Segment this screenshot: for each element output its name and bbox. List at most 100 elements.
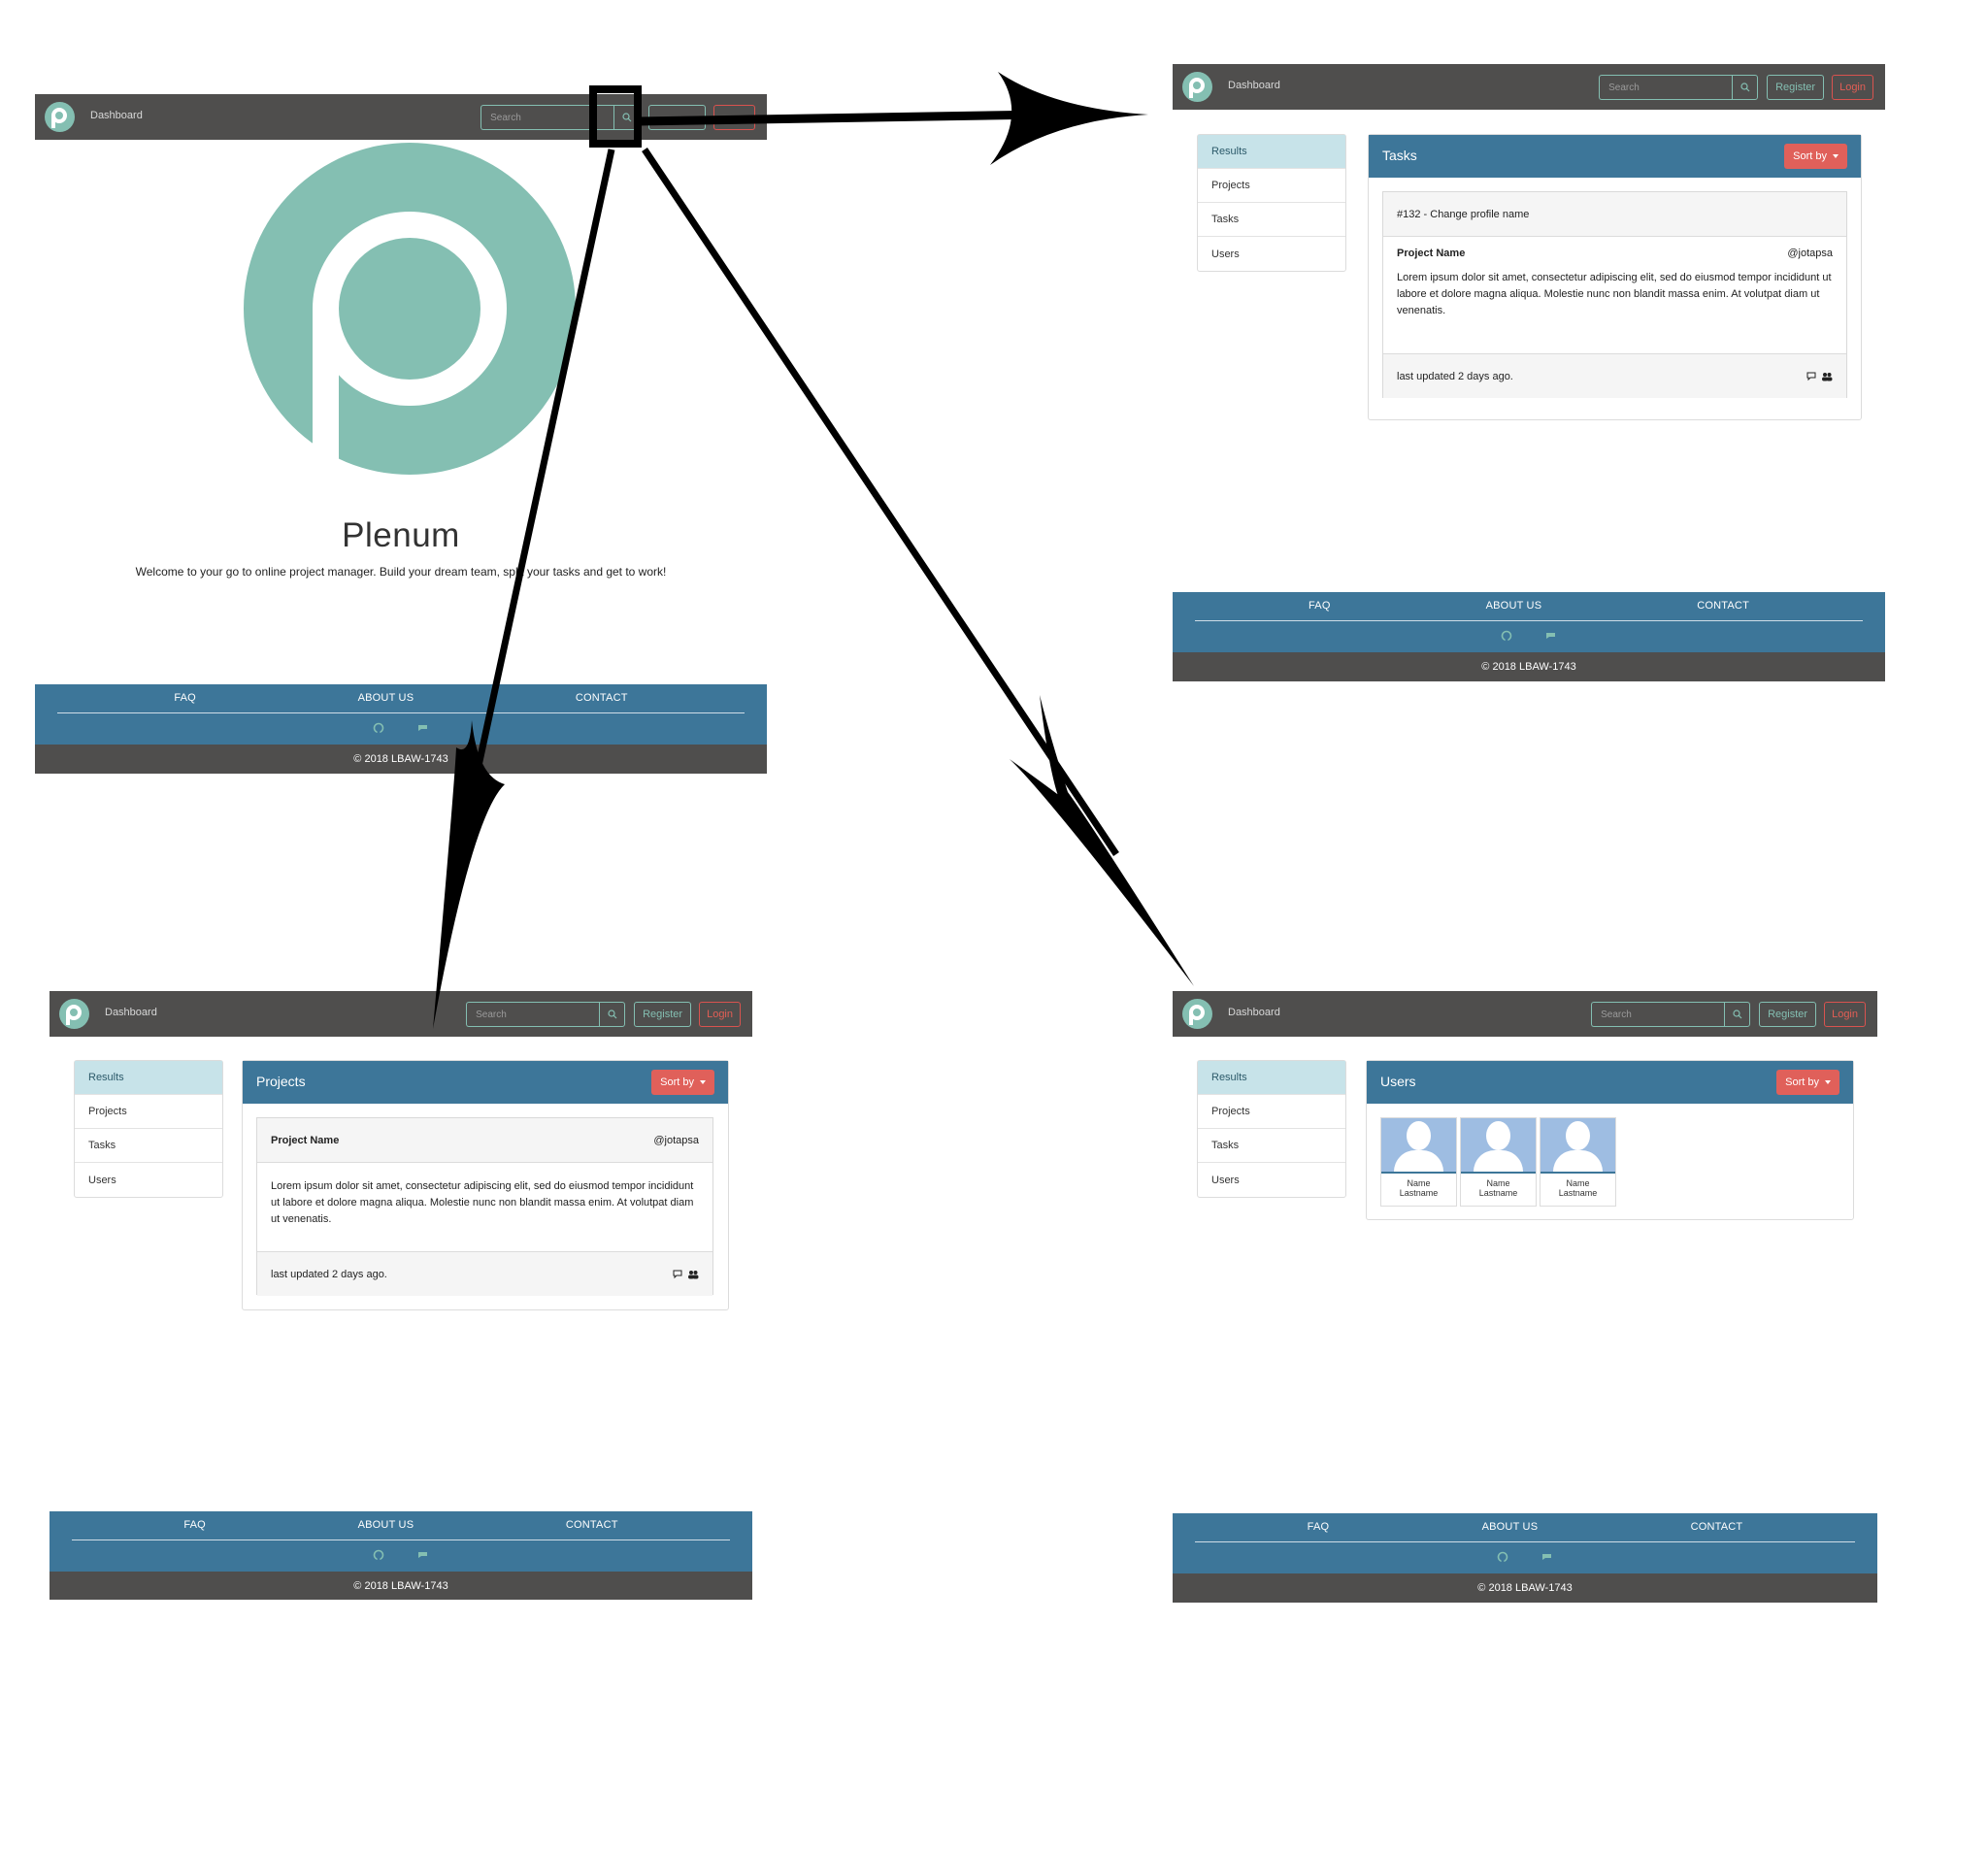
chat-icon[interactable] <box>417 722 429 734</box>
nav-dashboard-link[interactable]: Dashboard <box>90 110 143 121</box>
panel-title: Users <box>1380 1074 1416 1089</box>
tasks-screen: Dashboard Search Register Login Results … <box>1173 64 1885 681</box>
footer-contact-link[interactable]: CONTACT <box>566 1519 618 1531</box>
sidebar-item-tasks[interactable]: Tasks <box>1198 203 1345 237</box>
sidebar-item-users[interactable]: Users <box>75 1163 222 1197</box>
search-input[interactable]: Search <box>466 1002 600 1027</box>
sort-by-button[interactable]: Sort by <box>1784 144 1847 169</box>
register-button[interactable]: Register <box>1767 75 1825 100</box>
footer-faq-link[interactable]: FAQ <box>174 692 196 704</box>
author-handle[interactable]: @jotapsa <box>1787 248 1833 259</box>
search-icon <box>1740 83 1750 92</box>
search-button[interactable] <box>1724 1002 1751 1027</box>
panel-title: Projects <box>256 1074 306 1089</box>
footer-divider <box>57 712 745 713</box>
footer-contact-link[interactable]: CONTACT <box>1691 1521 1743 1533</box>
welcome-text: Welcome to your go to online project man… <box>135 565 667 579</box>
avatar-placeholder-icon <box>1381 1118 1456 1174</box>
last-updated: last updated 2 days ago. <box>1397 370 1513 382</box>
sidebar-item-projects[interactable]: Projects <box>75 1095 222 1129</box>
logo-icon[interactable] <box>45 102 75 132</box>
search-input[interactable]: Search <box>1599 75 1733 100</box>
sidebar-item-results[interactable]: Results <box>1198 1061 1345 1095</box>
task-title[interactable]: #132 - Change profile name <box>1397 209 1529 220</box>
logo-icon[interactable] <box>1182 72 1212 102</box>
project-footer: last updated 2 days ago. <box>257 1251 712 1296</box>
user-card[interactable]: Name Lastname <box>1540 1117 1616 1207</box>
footer-faq-link[interactable]: FAQ <box>1308 1521 1330 1533</box>
project-name[interactable]: Project Name <box>271 1135 339 1146</box>
search-button[interactable] <box>599 1002 626 1027</box>
results-sidebar: Results Projects Tasks Users <box>74 1060 223 1198</box>
github-icon[interactable] <box>373 1549 384 1561</box>
footer-about-link[interactable]: ABOUT US <box>358 692 414 704</box>
sidebar-item-tasks[interactable]: Tasks <box>75 1129 222 1163</box>
footer-faq-link[interactable]: FAQ <box>183 1519 206 1531</box>
footer-contact-link[interactable]: CONTACT <box>576 692 628 704</box>
footer: FAQ ABOUT US CONTACT © 2018 LBAW-1743 <box>35 684 767 774</box>
search-icon <box>622 113 632 122</box>
footer-about-link[interactable]: ABOUT US <box>1486 600 1542 612</box>
user-card[interactable]: Name Lastname <box>1380 1117 1457 1207</box>
footer-about-link[interactable]: ABOUT US <box>1482 1521 1539 1533</box>
project-card[interactable]: Project Name @jotapsa Lorem ipsum dolor … <box>256 1117 713 1296</box>
login-button[interactable]: Login <box>699 1002 741 1027</box>
user-last-name: Lastname <box>1558 1188 1598 1198</box>
sort-by-label: Sort by <box>1793 150 1827 162</box>
sidebar-item-projects[interactable]: Projects <box>1198 1095 1345 1129</box>
chat-icon[interactable] <box>417 1549 429 1561</box>
register-button[interactable]: Register <box>648 105 707 130</box>
login-button[interactable]: Login <box>713 105 755 130</box>
sidebar-item-users[interactable]: Users <box>1198 1163 1345 1197</box>
logo-icon[interactable] <box>59 999 89 1029</box>
caret-down-icon <box>1825 1080 1831 1084</box>
search-input[interactable]: Search <box>480 105 614 130</box>
sidebar-item-projects[interactable]: Projects <box>1198 169 1345 203</box>
sidebar-item-results[interactable]: Results <box>1198 135 1345 169</box>
register-button[interactable]: Register <box>1759 1002 1817 1027</box>
task-card[interactable]: #132 - Change profile name Project Name … <box>1382 191 1847 398</box>
footer-contact-link[interactable]: CONTACT <box>1697 600 1749 612</box>
caret-down-icon <box>1833 154 1839 158</box>
footer-faq-link[interactable]: FAQ <box>1309 600 1331 612</box>
github-icon[interactable] <box>373 722 384 734</box>
sort-by-button[interactable]: Sort by <box>1776 1070 1839 1095</box>
github-icon[interactable] <box>1501 630 1512 642</box>
search-input[interactable]: Search <box>1591 1002 1725 1027</box>
logo-icon[interactable] <box>1182 999 1212 1029</box>
panel-title: Tasks <box>1382 148 1417 163</box>
footer-divider <box>1195 1541 1855 1542</box>
login-button[interactable]: Login <box>1832 75 1873 100</box>
search-button[interactable] <box>613 105 641 130</box>
author-handle[interactable]: @jotapsa <box>653 1135 699 1146</box>
sidebar-item-users[interactable]: Users <box>1198 237 1345 271</box>
nav-dashboard-link[interactable]: Dashboard <box>1228 1007 1280 1018</box>
chat-icon[interactable] <box>1541 1551 1553 1563</box>
copyright: © 2018 LBAW-1743 <box>35 745 767 774</box>
footer-about-link[interactable]: ABOUT US <box>358 1519 414 1531</box>
avatar-placeholder-icon <box>1541 1118 1615 1174</box>
login-button[interactable]: Login <box>1824 1002 1866 1027</box>
sort-by-label: Sort by <box>660 1076 694 1088</box>
navbar: Dashboard Search Register Login <box>1173 991 1877 1037</box>
brand-name: Plenum <box>342 516 460 554</box>
sidebar-item-tasks[interactable]: Tasks <box>1198 1129 1345 1163</box>
nav-dashboard-link[interactable]: Dashboard <box>1228 80 1280 91</box>
chat-icon[interactable] <box>1545 630 1557 642</box>
search-button[interactable] <box>1732 75 1759 100</box>
register-button[interactable]: Register <box>634 1002 692 1027</box>
project-name[interactable]: Project Name <box>1397 248 1465 259</box>
sort-by-button[interactable]: Sort by <box>651 1070 714 1095</box>
github-icon[interactable] <box>1497 1551 1508 1563</box>
sidebar-item-results[interactable]: Results <box>75 1061 222 1095</box>
copyright: © 2018 LBAW-1743 <box>1173 652 1885 681</box>
users-screen: Dashboard Search Register Login Results … <box>1173 991 1877 1603</box>
nav-dashboard-link[interactable]: Dashboard <box>105 1007 157 1018</box>
task-description: Lorem ipsum dolor sit amet, consectetur … <box>1397 272 1832 316</box>
navbar: Dashboard Search Register Login <box>1173 64 1885 110</box>
user-first-name: Name <box>1486 1178 1510 1188</box>
user-card[interactable]: Name Lastname <box>1460 1117 1537 1207</box>
search-icon <box>608 1010 617 1019</box>
user-first-name: Name <box>1566 1178 1590 1188</box>
plenum-logo-icon <box>244 143 576 475</box>
